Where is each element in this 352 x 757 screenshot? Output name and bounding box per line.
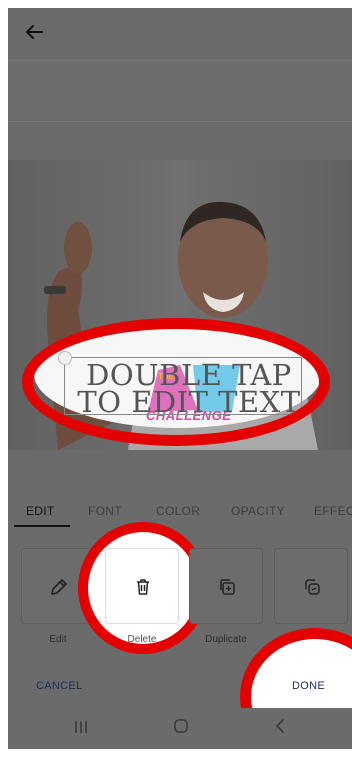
delete-tool-button[interactable]	[105, 548, 179, 624]
tab-effect[interactable]: EFFECT	[314, 504, 352, 518]
copy-style-tool-button[interactable]	[274, 548, 348, 624]
edit-tabs: EDIT FONT COLOR OPACITY EFFECT	[8, 498, 352, 528]
copy-style-icon	[305, 579, 320, 595]
highlight-ring-text	[22, 318, 330, 446]
home-icon[interactable]	[172, 717, 190, 735]
cancel-button[interactable]: CANCEL	[36, 680, 82, 692]
editor-screen: THE CHALLENGE DOUBLE TAP TO EDIT TEXT ED…	[8, 8, 352, 749]
trash-icon	[137, 579, 149, 595]
tab-edit[interactable]: EDIT	[26, 504, 55, 518]
duplicate-tool-button[interactable]	[189, 548, 263, 624]
duplicate-tool-label: Duplicate	[205, 634, 247, 645]
done-button[interactable]: DONE	[292, 680, 325, 692]
edit-tool-label: Edit	[49, 634, 67, 645]
back-chevron-icon[interactable]	[272, 717, 290, 735]
top-bar	[8, 8, 352, 60]
delete-tool-label: Delete	[127, 634, 157, 645]
arrow-left-icon[interactable]	[22, 20, 46, 44]
recents-icon[interactable]	[72, 718, 90, 736]
toolbar-strip	[8, 60, 352, 122]
active-tab-indicator	[14, 525, 70, 527]
tab-font[interactable]: FONT	[88, 504, 122, 518]
pencil-icon	[51, 579, 67, 595]
system-nav-bar	[8, 708, 352, 749]
tab-color[interactable]: COLOR	[156, 504, 200, 518]
duplicate-icon	[220, 579, 235, 595]
tab-opacity[interactable]: OPACITY	[231, 504, 285, 518]
